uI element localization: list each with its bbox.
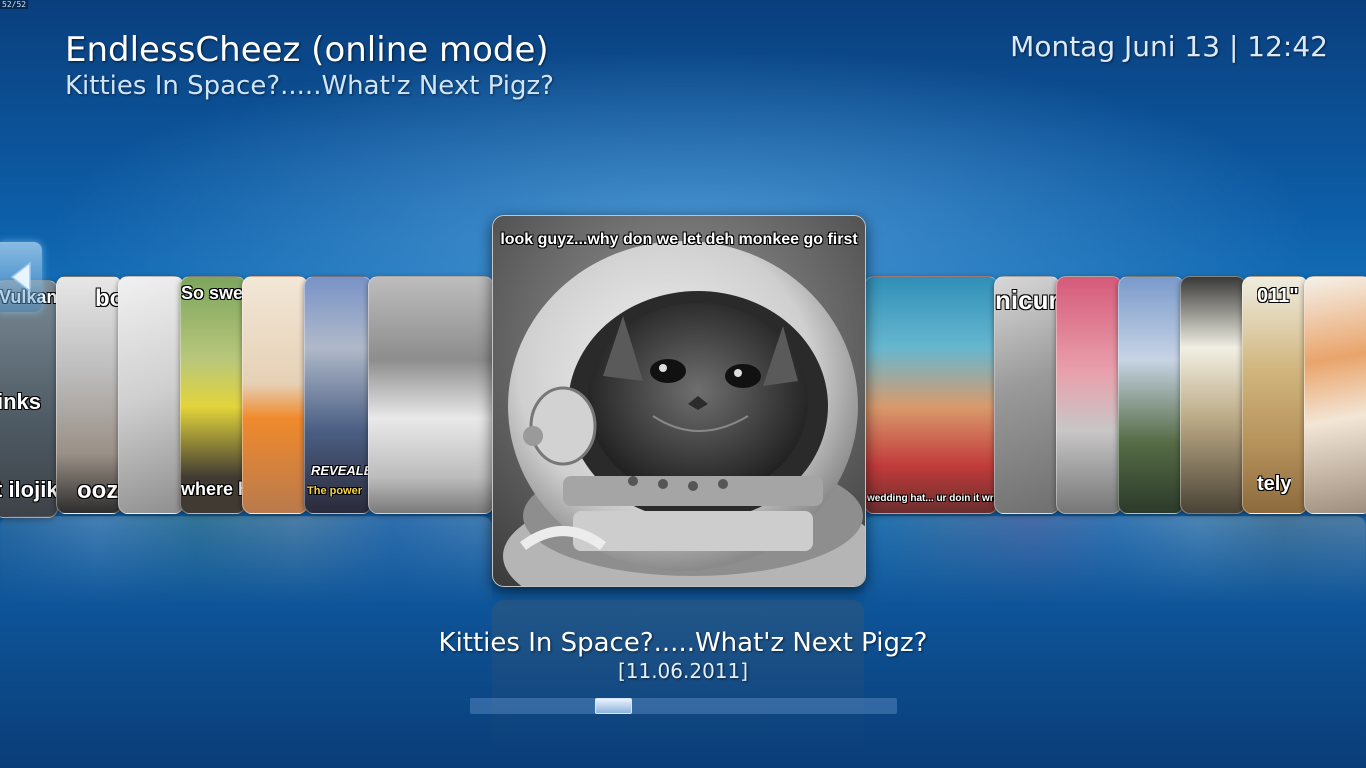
card-caption-top: 011" (1257, 285, 1299, 307)
carousel-card[interactable]: 011" tely (1242, 276, 1308, 514)
card-caption-top: So sweet (181, 283, 245, 303)
focused-card-caption: look guyz...why don we let deh monkee go… (500, 231, 858, 248)
header: EndlessCheez (online mode) Kitties In Sp… (65, 30, 554, 102)
carousel-card[interactable]: REVEALE The power (304, 276, 372, 514)
carousel-reflection-right (864, 516, 1366, 606)
carousel-card[interactable]: nicure (994, 276, 1060, 514)
cover-flow-carousel[interactable]: Vulkan inks t ilojik bo ooze So sweet wh… (0, 210, 1366, 750)
card-caption-banner: REVEALE (311, 463, 372, 478)
page-subtitle: Kitties In Space?.....What'z Next Pigz? (65, 71, 554, 101)
carousel-card[interactable] (1180, 276, 1246, 514)
carousel-card[interactable] (368, 276, 494, 514)
focused-carousel-card[interactable]: look guyz...why don we let deh monkee go… (492, 215, 866, 587)
carousel-card[interactable]: bo ooze (56, 276, 122, 514)
selected-item-date: [11.06.2011] (617, 659, 749, 683)
card-caption-bottom: ooze (77, 477, 121, 504)
date-time-display: Montag Juni 13 | 12:42 (1010, 30, 1328, 63)
carousel-card[interactable] (1304, 276, 1366, 514)
item-counter: 52/52 (0, 0, 29, 9)
carousel-card[interactable]: wedding hat... ur doin it wrong (864, 276, 998, 514)
card-caption-middle: inks (0, 389, 42, 414)
selected-item-title: Kitties In Space?.....What'z Next Pigz? (438, 628, 928, 658)
carousel-card[interactable]: So sweet where ha (180, 276, 246, 514)
carousel-prev-button[interactable] (0, 242, 42, 312)
card-caption-bottom: tely (1257, 473, 1292, 495)
carousel-scrollbar[interactable] (470, 698, 897, 714)
card-caption-bottom: The power (307, 485, 363, 497)
page-title: EndlessCheez (online mode) (65, 30, 549, 70)
card-caption-bottom: t ilojik (0, 477, 58, 502)
card-caption-top: nicure (995, 285, 1059, 315)
card-caption-bottom: where ha (181, 479, 245, 499)
scrollbar-thumb[interactable] (595, 698, 632, 714)
carousel-card[interactable] (1118, 276, 1184, 514)
carousel-card[interactable] (1056, 276, 1122, 514)
carousel-card[interactable] (242, 276, 308, 514)
card-caption-bottom: wedding hat... ur doin it wrong (867, 493, 998, 504)
carousel-card[interactable] (118, 276, 184, 514)
astronaut-cat-image (493, 216, 865, 586)
carousel-card[interactable]: Vulkan inks t ilojik (0, 280, 58, 518)
left-arrow-icon (10, 261, 31, 293)
carousel-reflection-left (0, 516, 492, 606)
